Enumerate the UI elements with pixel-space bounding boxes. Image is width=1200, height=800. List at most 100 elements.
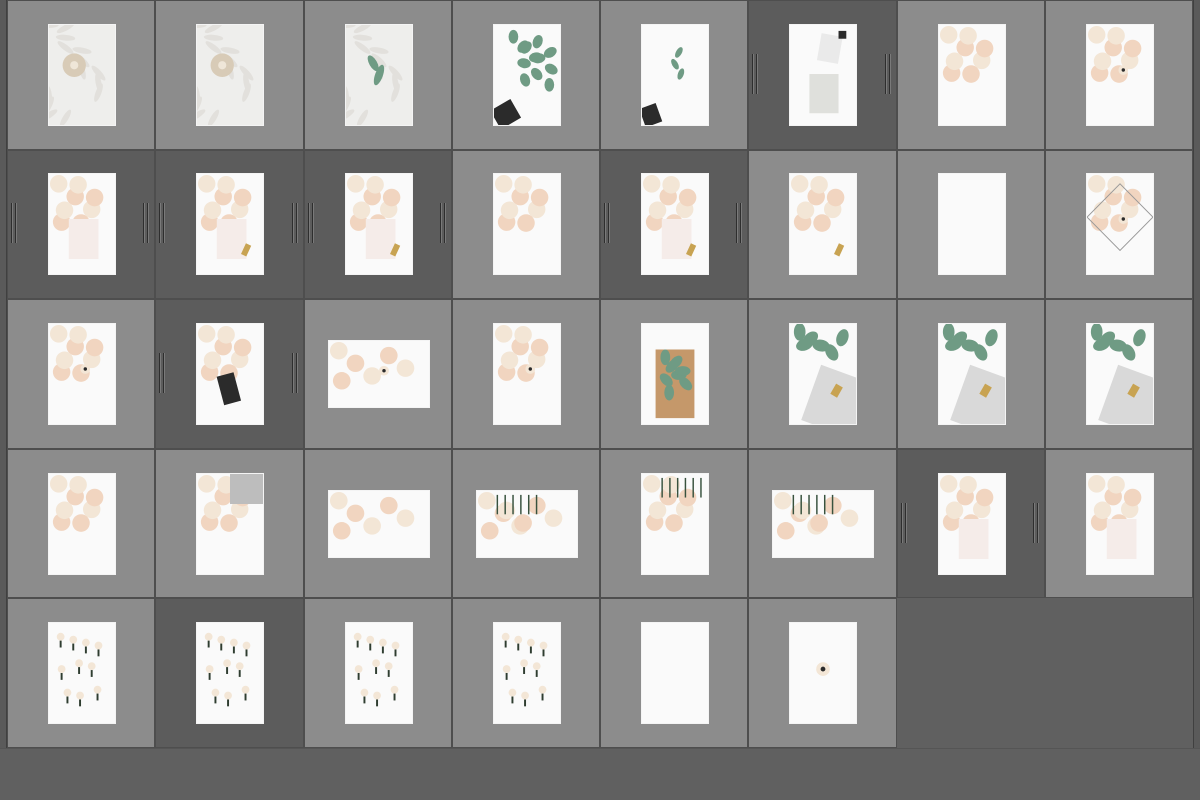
photo-image-hand-holding-eucalyptus-sprig: [642, 46, 685, 125]
photo-image-white-roses-corner: [939, 25, 993, 83]
photo-image: [196, 322, 265, 425]
stack-handle-left[interactable]: [159, 203, 165, 244]
photo-thumbnail-cell[interactable]: [155, 448, 304, 599]
photo-thumbnail-cell[interactable]: [600, 149, 749, 300]
photo-image: [196, 173, 265, 276]
photo-thumbnail-cell[interactable]: [1044, 149, 1193, 300]
photo-thumbnail-cell[interactable]: [1044, 0, 1193, 150]
photo-thumbnail-cell[interactable]: [748, 448, 897, 599]
photo-image-roses-anemone-cluster: [50, 324, 104, 382]
stack-handle-left[interactable]: [307, 203, 314, 244]
photo-image: [327, 489, 430, 558]
photo-image: [344, 173, 413, 276]
stack-handle-left[interactable]: [11, 203, 17, 244]
photo-image-mug-on-fur-closeup: [197, 24, 264, 125]
photo-thumbnail-cell[interactable]: [1044, 448, 1193, 599]
stack-handle-left[interactable]: [900, 502, 907, 543]
photo-image-anemone-gold-scissors: [642, 623, 708, 723]
stack-handle-right[interactable]: [439, 203, 446, 244]
grid-empty-area: [897, 599, 1193, 748]
photo-thumbnail-cell[interactable]: [600, 0, 749, 150]
photo-image-roses-and-anemone: [1087, 25, 1142, 83]
photo-image: [937, 173, 1006, 276]
photo-image-gold-scissors-sprig: [939, 174, 1005, 274]
photo-thumbnail-cell[interactable]: [155, 149, 304, 300]
photo-image-roses-card-gold-scissors: [198, 175, 252, 260]
stack-handle-left[interactable]: [752, 53, 758, 94]
stack-handle-right[interactable]: [1032, 502, 1039, 543]
photo-image: [772, 489, 875, 558]
photo-image: [492, 622, 561, 725]
photo-thumbnail-cell[interactable]: [600, 598, 749, 748]
photo-thumbnail-cell[interactable]: [451, 448, 600, 599]
photo-image: [344, 23, 413, 126]
photo-image-roses-and-phone: [198, 324, 252, 406]
photo-image: [641, 622, 710, 725]
photo-image: [641, 472, 710, 575]
stack-handle-right[interactable]: [884, 53, 891, 94]
photo-thumbnail-cell[interactable]: [600, 299, 749, 449]
photo-thumbnail-cell[interactable]: [451, 598, 600, 748]
photo-thumbnail-cell[interactable]: [896, 299, 1045, 449]
photo-image-eucalyptus-on-wood-board: [655, 349, 695, 419]
photo-thumbnail-cell[interactable]: [748, 598, 897, 748]
stack-handle-left[interactable]: [159, 352, 165, 393]
photo-thumbnail-cell[interactable]: [303, 0, 452, 150]
photo-image: [641, 322, 710, 425]
photo-thumbnail-cell[interactable]: [600, 448, 749, 599]
photo-thumbnail-cell[interactable]: [451, 149, 600, 300]
photo-thumbnail-cell[interactable]: [748, 0, 897, 150]
photo-thumbnail-cell[interactable]: [303, 149, 452, 300]
photo-image-eucalyptus-sprig-on-fur: [345, 24, 412, 125]
photo-image-peach-roses-bouquet-portrait: [643, 474, 702, 532]
photo-thumbnail-cell[interactable]: [748, 149, 897, 300]
right-panel-edge[interactable]: [1193, 0, 1200, 748]
stack-handle-right[interactable]: [736, 203, 742, 244]
photo-image: [492, 23, 561, 126]
photo-image-scattered-anemones-4: [501, 632, 548, 707]
photo-image-hand-holding-eucalyptus-bunch: [493, 29, 558, 125]
photo-thumbnail-cell[interactable]: [896, 0, 1045, 150]
photo-thumbnail-cell[interactable]: [1044, 299, 1193, 449]
photo-thumbnail-cell[interactable]: [7, 448, 156, 599]
photo-image: [196, 622, 265, 725]
photo-thumbnail-cell[interactable]: [896, 149, 1045, 300]
photo-thumbnail-cell[interactable]: [7, 149, 156, 300]
photo-image-eucalyptus-grey-paper-scissors: [794, 323, 857, 424]
stack-handle-right[interactable]: [143, 203, 149, 244]
photo-image: [937, 322, 1006, 425]
photo-thumbnail-cell[interactable]: [748, 299, 897, 449]
photo-image-roses-anemone-column: [494, 324, 549, 382]
photo-image: [327, 339, 430, 408]
photo-image: [789, 322, 858, 425]
photo-thumbnail-cell[interactable]: [7, 0, 156, 150]
left-panel-edge[interactable]: [0, 0, 7, 748]
photo-thumbnail-cell[interactable]: [451, 0, 600, 150]
photo-image-scattered-anemones-3: [353, 632, 400, 707]
stack-handle-right[interactable]: [291, 203, 298, 244]
photo-image-peach-roses-bouquet-wide: [774, 491, 859, 540]
photo-image-mug-on-fur: [49, 24, 116, 125]
photo-image-peach-roses-row: [329, 491, 414, 540]
photo-image-scattered-anemones-2: [205, 632, 251, 707]
photo-thumbnail-cell[interactable]: [303, 448, 452, 599]
photo-thumbnail-cell[interactable]: [896, 448, 1045, 599]
photo-thumbnail-cell[interactable]: [303, 299, 452, 449]
photo-thumbnail-cell[interactable]: [7, 598, 156, 748]
photo-image: [789, 173, 858, 276]
photo-thumbnail-cell[interactable]: [155, 299, 304, 449]
photo-image-roses-pink-card: [50, 175, 104, 260]
photo-image-frame-roses-anemone: [1086, 175, 1153, 252]
photo-thumbnail-cell[interactable]: [451, 299, 600, 449]
photo-thumbnail-cell[interactable]: [303, 598, 452, 748]
stack-handle-right[interactable]: [291, 352, 298, 393]
photo-image: [196, 23, 265, 126]
photo-image: [196, 472, 265, 575]
stack-handle-left[interactable]: [604, 203, 610, 244]
photo-image-roses-card-scissors-side: [643, 175, 697, 260]
photo-thumbnail-cell[interactable]: [155, 0, 304, 150]
photo-image: [641, 23, 710, 126]
photo-thumbnail-cell[interactable]: [7, 299, 156, 449]
photo-thumbnail-cell[interactable]: [155, 598, 304, 748]
photo-image-eucalyptus-grey-paper-scissors-3: [1090, 323, 1153, 424]
